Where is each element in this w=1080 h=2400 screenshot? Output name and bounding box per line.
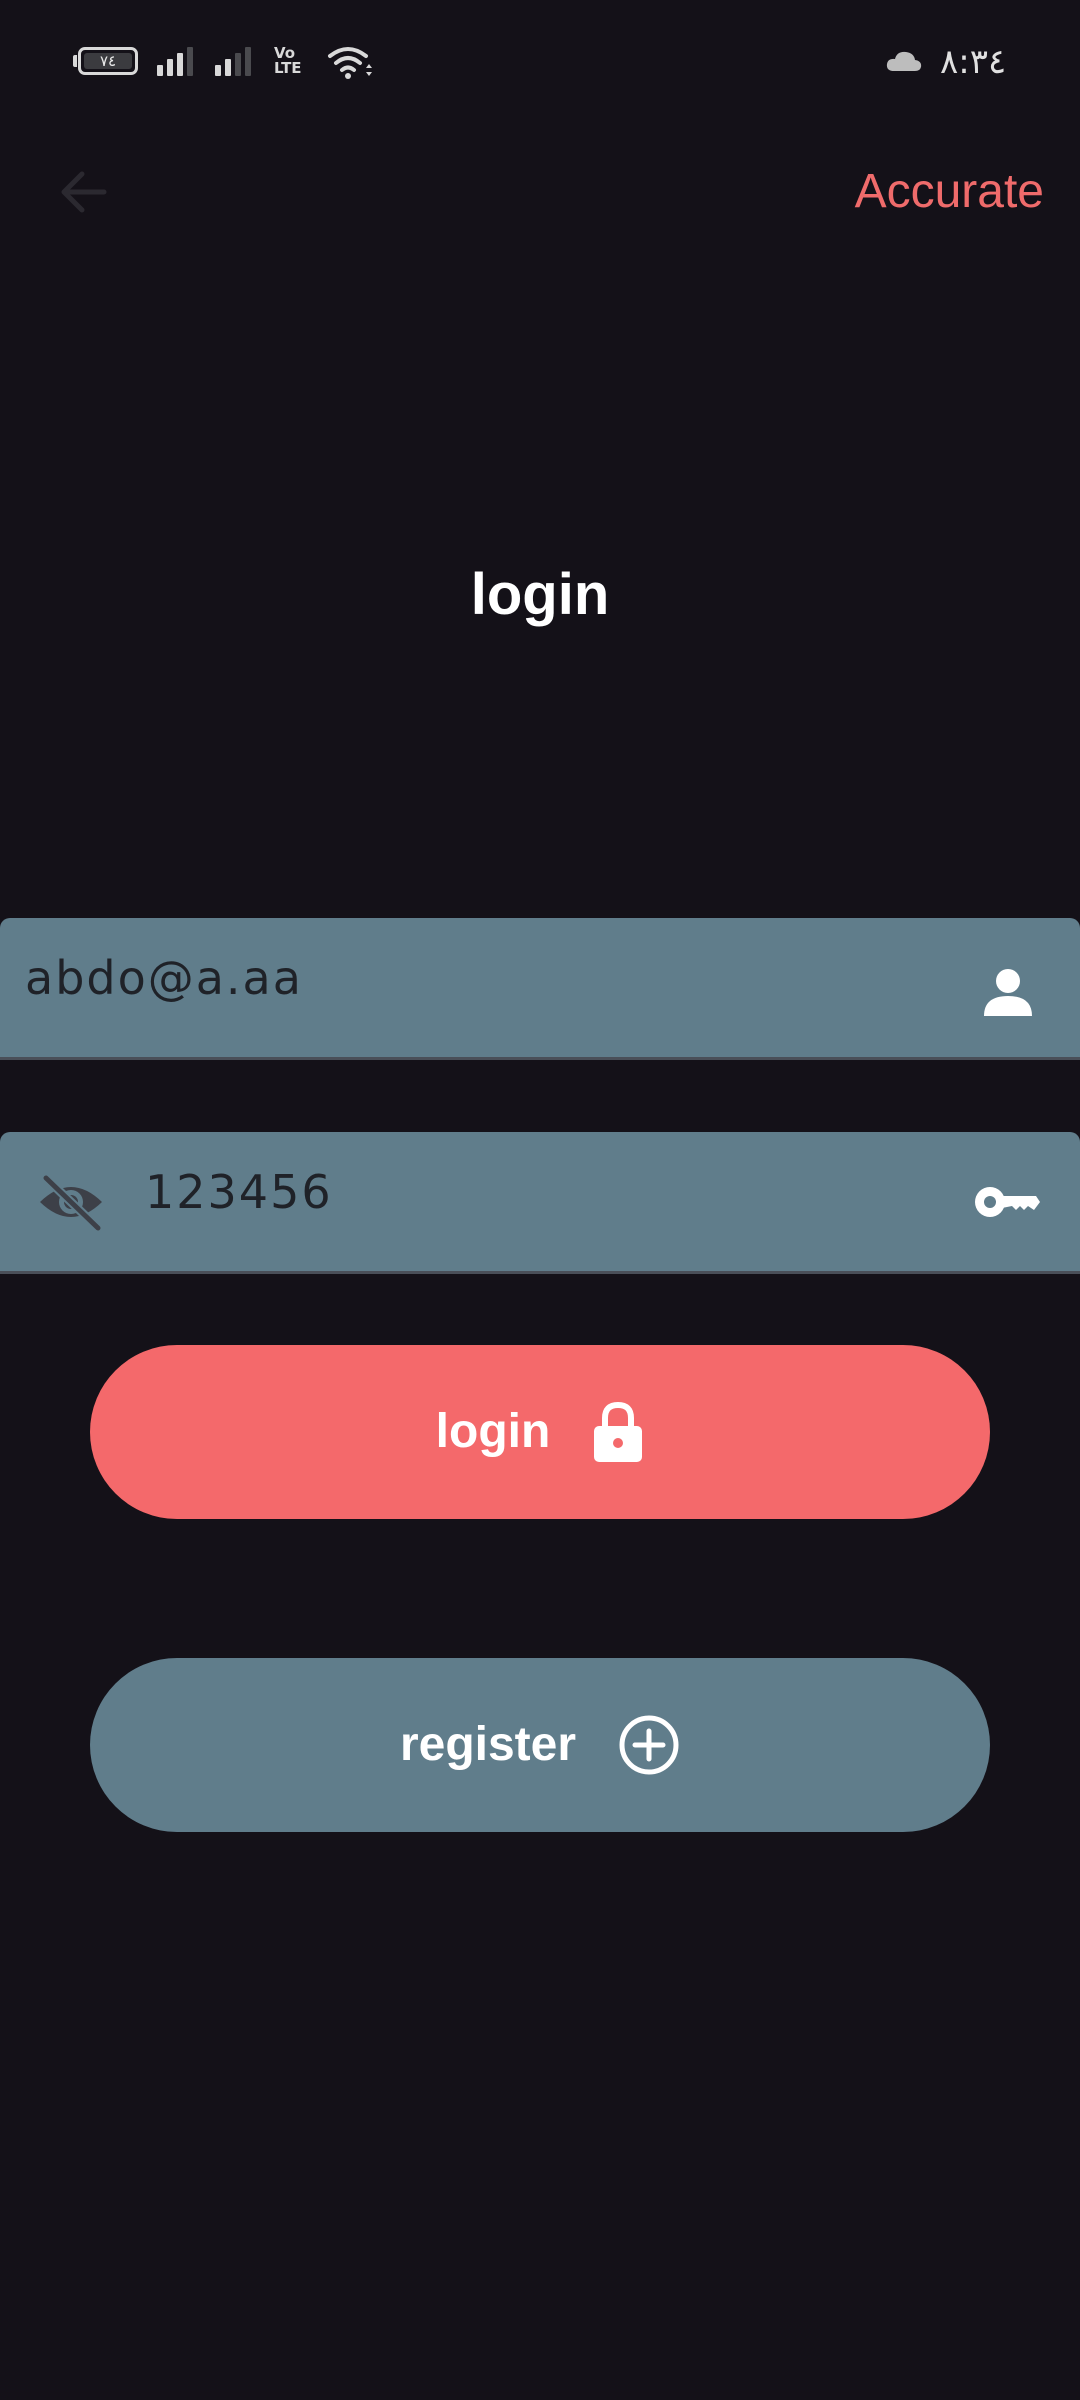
- page-title: login: [470, 562, 610, 627]
- signal-icon: [157, 46, 193, 76]
- cloud-icon: [886, 51, 922, 71]
- battery-level: ٧٤: [84, 53, 132, 69]
- arrow-left-icon[interactable]: [52, 160, 116, 224]
- battery-tip: [73, 55, 77, 67]
- register-button[interactable]: register: [90, 1658, 990, 1832]
- login-button-label: login: [435, 1405, 551, 1458]
- password-input[interactable]: [145, 1160, 925, 1224]
- status-bar: ٧٤ Vo LTE ٨:٣٤: [0, 0, 1080, 120]
- eye-off-icon[interactable]: [36, 1172, 106, 1232]
- password-field[interactable]: [0, 1132, 1080, 1274]
- accurate-button[interactable]: Accurate: [855, 162, 1044, 222]
- wifi-icon: [328, 47, 372, 79]
- volte-icon: Vo LTE: [274, 44, 302, 77]
- lock-icon: [594, 1401, 643, 1462]
- battery-icon: ٧٤: [78, 47, 138, 75]
- email-field[interactable]: [0, 918, 1080, 1060]
- plus-circle-icon: [619, 1715, 679, 1775]
- key-icon: [975, 1187, 1040, 1217]
- person-icon: [984, 969, 1032, 1016]
- email-input[interactable]: [25, 946, 925, 1010]
- signal-icon: [215, 46, 251, 76]
- login-button[interactable]: login: [90, 1345, 990, 1519]
- register-button-label: register: [399, 1718, 577, 1771]
- clock: ٨:٣٤: [940, 42, 1007, 82]
